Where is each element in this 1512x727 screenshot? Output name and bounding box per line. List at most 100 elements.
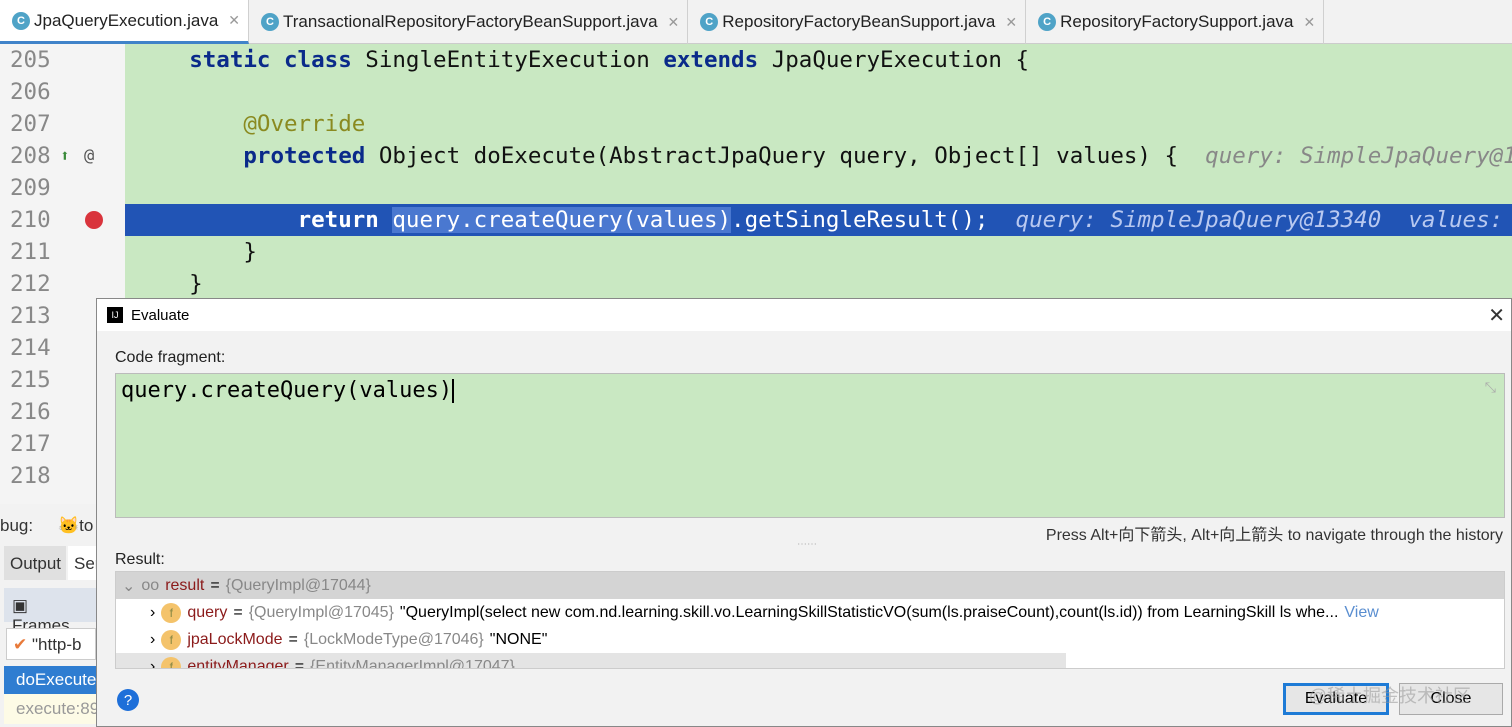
var-name: entityManager bbox=[187, 657, 289, 669]
code-fragment-text: query.createQuery(values) bbox=[121, 378, 453, 403]
code-token: extends bbox=[663, 47, 772, 73]
line-number: 215 bbox=[10, 367, 51, 393]
collapse-icon[interactable]: ⤡ bbox=[1485, 380, 1496, 396]
code-token: query.createQuery(values) bbox=[392, 207, 732, 233]
tree-row-entitymanager[interactable]: › f entityManager = {EntityManagerImpl@17047… bbox=[116, 653, 1066, 669]
tree-row-jpalockmode[interactable]: › f jpaLockMode = {LockModeType@17046} "NONE" bbox=[116, 626, 1504, 653]
code-line[interactable]: 212 } bbox=[0, 268, 1512, 300]
thread-label: "http-b bbox=[31, 635, 82, 654]
code-token: } bbox=[135, 271, 203, 297]
code-token: JpaQueryExecution { bbox=[771, 47, 1030, 73]
line-number: 214 bbox=[10, 335, 51, 361]
code-line[interactable]: 210 return query.createQuery(values).get… bbox=[0, 204, 1512, 236]
code-line[interactable]: 206 bbox=[0, 76, 1512, 108]
tab-label: RepositoryFactoryBeanSupport.java bbox=[722, 12, 996, 31]
line-number: 217 bbox=[10, 431, 51, 457]
result-tree[interactable]: ⌄ oo result = {QueryImpl@17044} › f query = {Que… bbox=[115, 571, 1505, 669]
annotation-icon: @ bbox=[84, 146, 95, 166]
code-token: Object doExecute(AbstractJpaQuery query,… bbox=[378, 143, 1206, 169]
frame-item[interactable]: execute:89 bbox=[4, 694, 99, 724]
code-token: return bbox=[297, 207, 393, 233]
tab-label: JpaQueryExecution.java bbox=[34, 10, 219, 30]
code-token: query: SimpleJpaQuery@13340 values: bbox=[1015, 207, 1512, 233]
tab-2[interactable]: C RepositoryFactoryBeanSupport.java ✕ bbox=[688, 0, 1027, 44]
tomcat-tab[interactable]: 🐱to bbox=[58, 516, 93, 536]
var-value: "NONE" bbox=[489, 630, 548, 648]
line-number: 207 bbox=[10, 111, 51, 137]
var-name: jpaLockMode bbox=[187, 630, 283, 648]
thread-selector[interactable]: ✔ "http-b bbox=[6, 628, 96, 660]
editor-tabs: C JpaQueryExecution.java ✕ C TransactionalRe… bbox=[0, 0, 1512, 44]
line-number: 211 bbox=[10, 239, 51, 265]
line-number: 210 bbox=[10, 207, 51, 233]
code-token: .getSingleResult(); bbox=[731, 207, 1016, 233]
tab-0[interactable]: C JpaQueryExecution.java ✕ bbox=[0, 0, 250, 44]
code-token: query: SimpleJpaQuery@13340 bbox=[1205, 143, 1512, 169]
tomcat-label: to bbox=[79, 516, 94, 535]
close-tab-icon[interactable]: ✕ bbox=[228, 12, 240, 29]
var-name: query bbox=[187, 603, 228, 621]
class-icon: C bbox=[12, 11, 30, 30]
line-number: 205 bbox=[10, 47, 51, 73]
dialog-title: Evaluate bbox=[131, 306, 190, 324]
chevron-right-icon: › bbox=[150, 657, 156, 669]
var-type: {EntityManagerImpl@17047} bbox=[310, 657, 515, 669]
line-number: 213 bbox=[10, 303, 51, 329]
splitter-handle[interactable]: ⋯⋯ bbox=[797, 539, 817, 550]
line-number: 218 bbox=[10, 463, 51, 489]
code-line[interactable]: 209 bbox=[0, 172, 1512, 204]
close-icon[interactable]: ✕ bbox=[1488, 303, 1505, 328]
close-tab-icon[interactable]: ✕ bbox=[668, 14, 680, 31]
tree-row-query[interactable]: › f query = {QueryImpl@17045} "QueryImpl(sele… bbox=[116, 599, 1504, 626]
intellij-logo-icon: IJ bbox=[107, 307, 123, 323]
chevron-right-icon: › bbox=[150, 603, 156, 621]
watch-icon: oo bbox=[141, 576, 160, 594]
override-icon[interactable]: ⬆ bbox=[60, 140, 70, 172]
code-fragment-label: Code fragment: bbox=[115, 349, 226, 366]
close-tab-icon[interactable]: ✕ bbox=[1005, 14, 1017, 31]
tab-1[interactable]: C TransactionalRepositoryFactoryBeanSuppo… bbox=[249, 0, 689, 44]
help-button[interactable]: ? bbox=[117, 689, 139, 711]
watermark: @稀土掘金技术社区 bbox=[1308, 686, 1471, 706]
code-token: SingleEntityExecution bbox=[365, 47, 664, 73]
view-link[interactable]: View bbox=[1344, 604, 1378, 622]
breakpoint-icon[interactable] bbox=[85, 211, 103, 229]
tree-row-result[interactable]: ⌄ oo result = {QueryImpl@17044} bbox=[116, 572, 1504, 599]
class-icon: C bbox=[261, 13, 280, 31]
code-token: } bbox=[135, 239, 257, 265]
frames-header: ▣ Frames bbox=[4, 588, 96, 635]
code-line[interactable]: ⬆ @208 protected Object doExecute(Abstrac… bbox=[0, 140, 1512, 172]
debug-panel: bug: 🐱to Output Ser ▣ Frames ✔ "http-b d… bbox=[0, 504, 107, 727]
line-number: 216 bbox=[10, 399, 51, 425]
var-type: {QueryImpl@17045} bbox=[248, 603, 394, 621]
var-name: result bbox=[165, 576, 205, 594]
tab-output[interactable]: Output bbox=[4, 546, 66, 580]
line-number: 206 bbox=[10, 79, 51, 105]
frame-item-active[interactable]: doExecute bbox=[4, 666, 96, 694]
var-type: {QueryImpl@17044} bbox=[225, 576, 371, 594]
line-number: 208 bbox=[10, 143, 51, 169]
code-fragment-input[interactable]: query.createQuery(values) ⤡ bbox=[115, 373, 1505, 518]
line-number: 212 bbox=[10, 271, 51, 297]
close-tab-icon[interactable]: ✕ bbox=[1303, 14, 1315, 31]
class-icon: C bbox=[1038, 13, 1057, 31]
history-hint: Press Alt+向下箭头, Alt+向上箭头 to navigate thr… bbox=[1045, 527, 1503, 544]
field-icon: f bbox=[161, 656, 182, 668]
check-icon: ✔ bbox=[13, 635, 28, 654]
class-icon: C bbox=[700, 13, 719, 31]
code-line[interactable]: 211 } bbox=[0, 236, 1512, 268]
tab-label: TransactionalRepositoryFactoryBeanSuppor… bbox=[283, 12, 658, 31]
tab-3[interactable]: C RepositoryFactorySupport.java ✕ bbox=[1026, 0, 1325, 44]
code-line[interactable]: 207 @Override bbox=[0, 108, 1512, 140]
line-number: 209 bbox=[10, 175, 51, 201]
var-type: {LockModeType@17046} bbox=[303, 630, 484, 648]
field-icon: f bbox=[161, 602, 182, 623]
field-icon: f bbox=[161, 629, 182, 650]
code-token: @Override bbox=[243, 111, 366, 137]
tab-label: RepositoryFactorySupport.java bbox=[1060, 12, 1294, 31]
code-line[interactable]: 205 static class SingleEntityExecution e… bbox=[0, 44, 1512, 76]
